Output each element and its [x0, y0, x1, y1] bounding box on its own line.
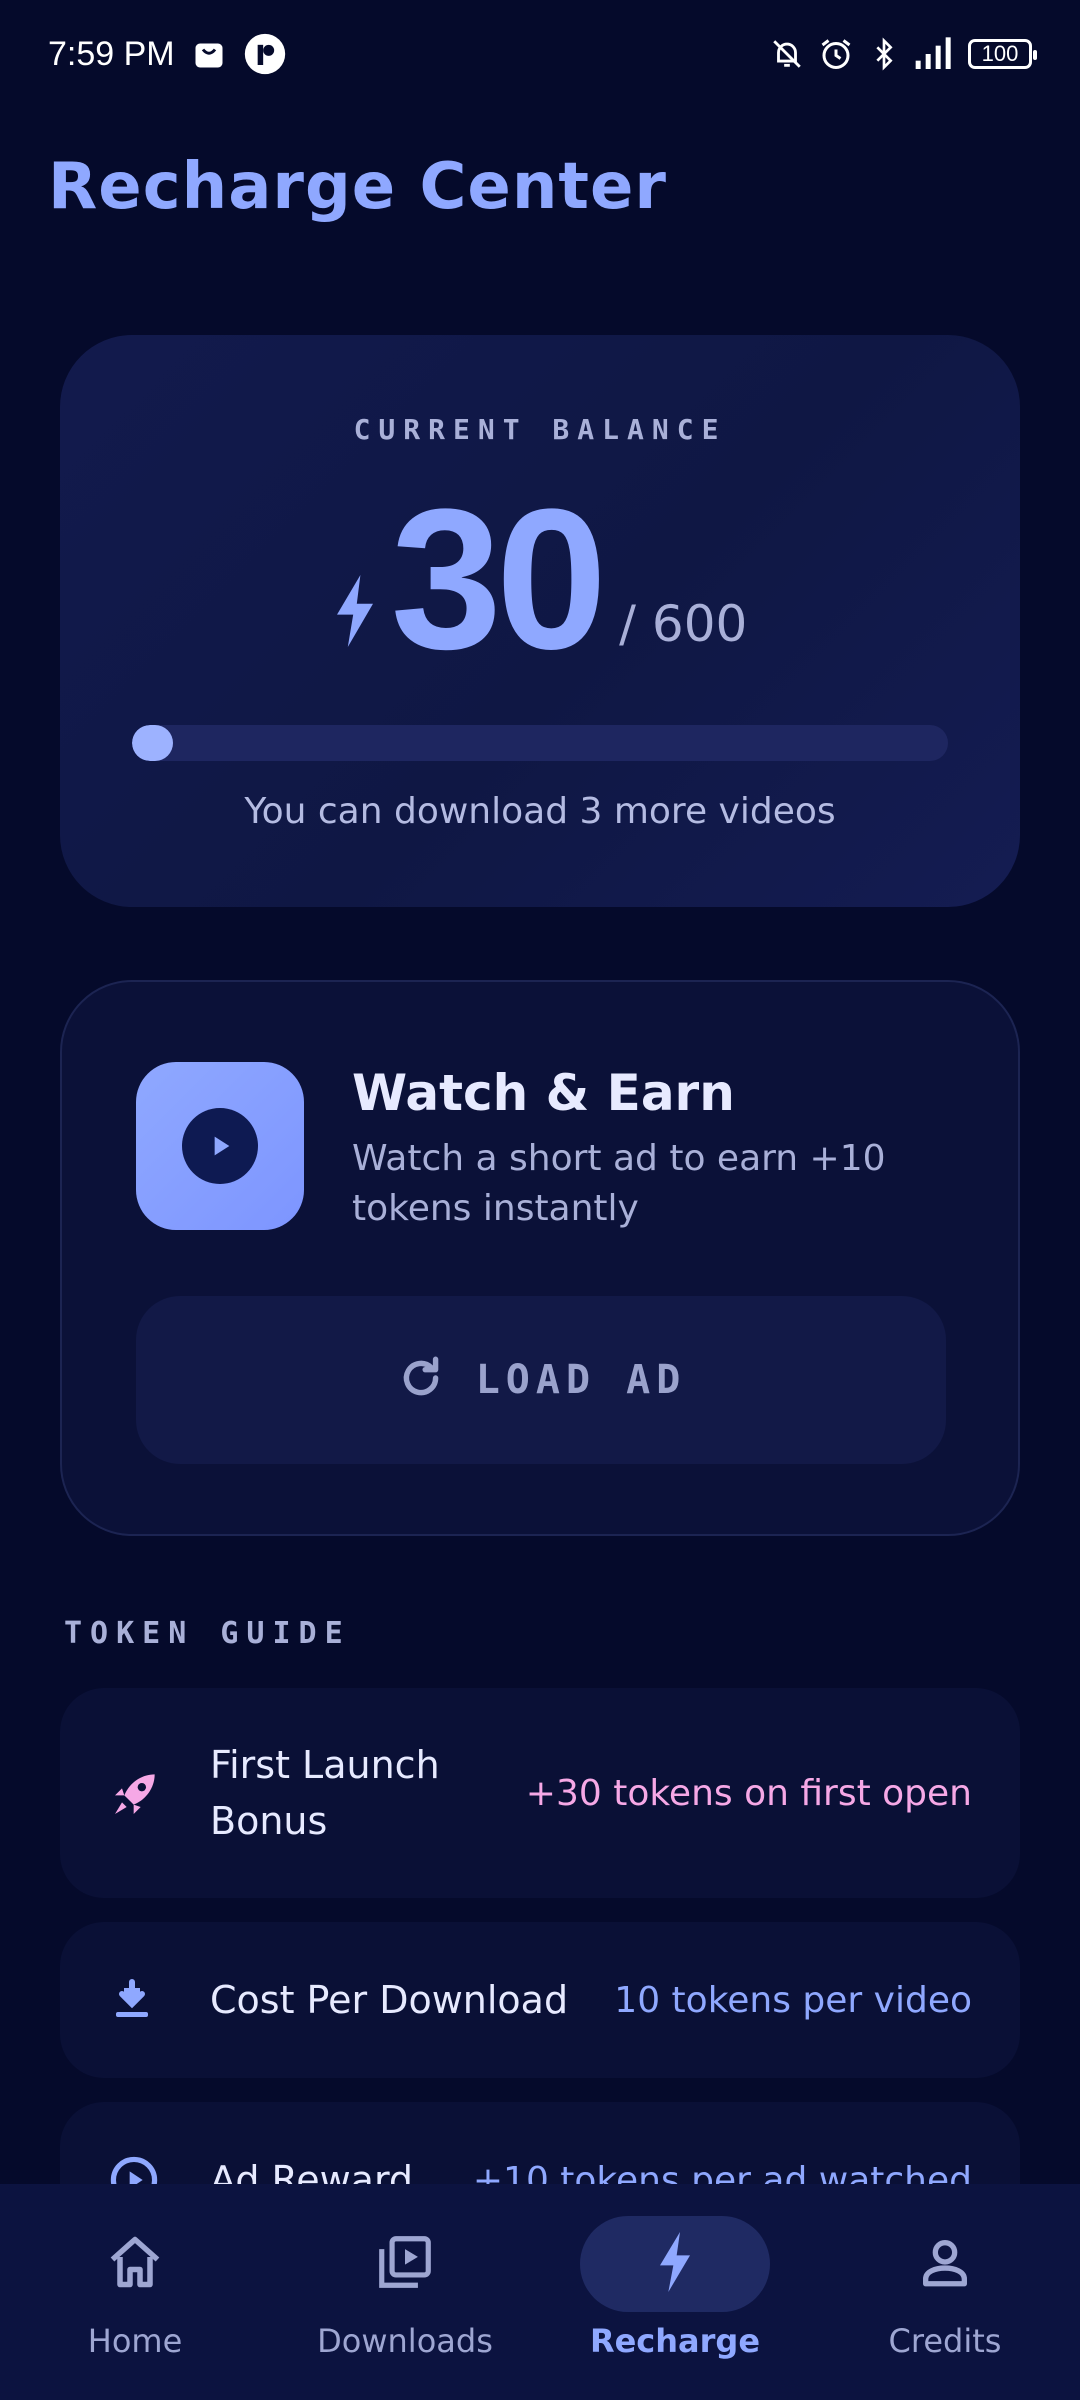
watch-earn-card: Watch & Earn Watch a short ad to earn +1… — [60, 980, 1020, 1536]
bell-off-icon — [770, 37, 804, 71]
watch-thumbnail[interactable] — [136, 1062, 304, 1230]
nav-label: Credits — [888, 2322, 1002, 2360]
nav-item-credits[interactable]: Credits — [810, 2184, 1080, 2400]
status-left: 7:59 PM — [48, 32, 287, 76]
nav-pill — [310, 2216, 500, 2312]
nav-item-home[interactable]: Home — [0, 2184, 270, 2400]
bolt-icon — [333, 575, 377, 651]
balance-card: CURRENT BALANCE 30 / 600 You can downloa… — [60, 335, 1020, 907]
alarm-icon — [818, 36, 854, 72]
guide-item-first-launch: First Launch Bonus +30 tokens on first o… — [60, 1688, 1020, 1898]
nav-label: Home — [87, 2322, 183, 2360]
guide-value: 10 tokens per video — [614, 1979, 972, 2021]
play-icon — [182, 1108, 258, 1184]
video-library-icon — [374, 2231, 436, 2297]
nav-pill — [850, 2216, 1040, 2312]
rocket-icon — [108, 1765, 188, 1821]
nav-label: Recharge — [589, 2322, 761, 2360]
person-icon — [916, 2233, 974, 2295]
balance-progress — [132, 725, 948, 761]
guide-label: Cost Per Download — [210, 1978, 569, 2022]
app-icon — [243, 32, 287, 76]
refresh-icon — [396, 1353, 446, 1407]
load-ad-button[interactable]: LOAD AD — [136, 1296, 946, 1464]
nav-item-downloads[interactable]: Downloads — [270, 2184, 540, 2400]
nav-label: Downloads — [317, 2322, 493, 2360]
download-icon — [108, 1976, 188, 2024]
balance-value: 30 — [390, 468, 607, 691]
page-title: Recharge Center — [48, 150, 667, 224]
bluetooth-icon — [868, 36, 900, 72]
nav-pill-active — [580, 2216, 770, 2312]
load-ad-label: LOAD AD — [475, 1357, 687, 1403]
status-bar: 7:59 PM 100 — [0, 0, 1080, 108]
status-time: 7:59 PM — [48, 34, 175, 73]
balance-label: CURRENT BALANCE — [353, 413, 727, 446]
battery-icon: 100 — [968, 39, 1037, 69]
nav-item-recharge[interactable]: Recharge — [540, 2184, 810, 2400]
token-guide-heading: TOKEN GUIDE — [64, 1616, 351, 1651]
shopping-bag-icon — [191, 36, 227, 72]
guide-item-cost-per-download: Cost Per Download 10 tokens per video — [60, 1922, 1020, 2078]
home-icon — [105, 2232, 165, 2296]
bottom-nav: Home Downloads Recharge Credits — [0, 2184, 1080, 2400]
watch-title: Watch & Earn — [352, 1064, 735, 1122]
guide-label: First Launch Bonus — [210, 1743, 440, 1843]
bolt-icon — [655, 2232, 695, 2296]
balance-progress-fill — [132, 725, 173, 761]
status-right: 100 — [770, 36, 1037, 72]
balance-max: / 600 — [619, 595, 748, 653]
recharge-screen: 7:59 PM 100 Recharge Center CURRENT BALA… — [0, 0, 1080, 2400]
nav-pill — [40, 2216, 230, 2312]
guide-value: +30 tokens on first open — [525, 1772, 972, 1814]
signal-icon — [914, 37, 954, 71]
balance-hint: You can download 3 more videos — [244, 791, 836, 832]
watch-description: Watch a short ad to earn +10 tokens inst… — [352, 1138, 886, 1229]
balance-row: 30 / 600 — [60, 468, 1020, 691]
